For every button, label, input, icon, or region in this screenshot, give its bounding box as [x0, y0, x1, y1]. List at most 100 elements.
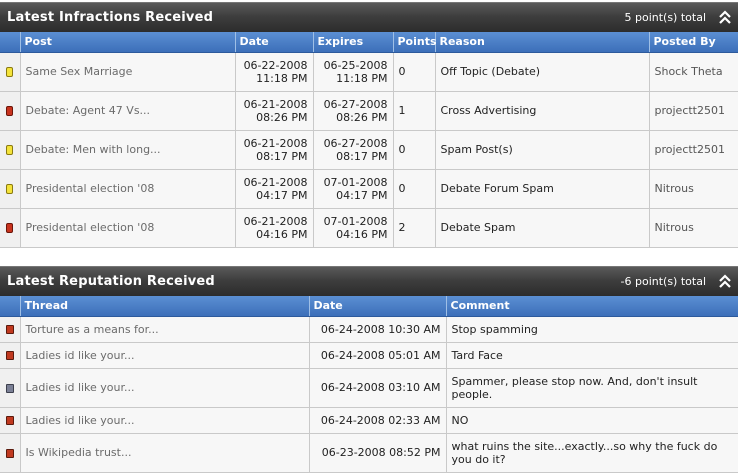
infraction-row: Presidental election '08 06-21-2008 04:17 … — [0, 169, 738, 209]
date-value: 06-21-2008 — [243, 214, 308, 228]
status-cell — [0, 342, 21, 369]
date-cell: 06-21-2008 08:17 PM — [235, 130, 314, 170]
column-header-posted-by[interactable]: Posted By — [649, 32, 738, 53]
status-cell — [0, 316, 21, 343]
status-cell — [0, 407, 21, 434]
time-value: 11:18 PM — [256, 71, 308, 85]
thread-link[interactable]: Is Wikipedia trust... — [20, 433, 310, 473]
date-cell: 06-23-2008 08:52 PM — [309, 433, 447, 473]
date-value: 06-21-2008 — [243, 97, 308, 111]
reputation-title: Latest Reputation Received — [7, 274, 215, 289]
reputation-panel: Latest Reputation Received -6 point(s) t… — [0, 266, 738, 473]
panel-spacer — [0, 250, 738, 266]
reputation-status-icon — [5, 416, 14, 425]
status-cell — [0, 91, 21, 131]
icon-column-header — [0, 32, 21, 53]
icon-column-header — [0, 296, 21, 317]
post-link[interactable]: Presidental election '08 — [20, 208, 236, 248]
infraction-row: Debate: Agent 47 Vs... 06-21-2008 08:26 PM… — [0, 91, 738, 131]
comment-cell: Stop spamming — [446, 316, 738, 343]
posted-by-link[interactable]: Shock Theta — [649, 52, 738, 92]
expires-cell: 07-01-2008 04:16 PM — [313, 208, 394, 248]
date-value: 06-22-2008 — [243, 58, 308, 72]
points-cell: 0 — [393, 169, 436, 209]
infractions-total: 5 point(s) total — [624, 11, 706, 24]
expires-cell: 06-27-2008 08:26 PM — [313, 91, 394, 131]
collapse-up-icon[interactable] — [718, 9, 732, 26]
time-value: 04:16 PM — [256, 227, 308, 241]
infraction-status-icon — [6, 145, 14, 155]
posted-by-link[interactable]: projectt2501 — [649, 91, 738, 131]
posted-by-link[interactable]: projectt2501 — [649, 130, 738, 170]
points-cell: 2 — [393, 208, 436, 248]
post-link[interactable]: Same Sex Marriage — [20, 52, 236, 92]
date-cell: 06-21-2008 04:17 PM — [235, 169, 314, 209]
comment-cell: what ruins the site...exactly...so why t… — [446, 433, 738, 473]
infractions-header: Latest Infractions Received 5 point(s) t… — [0, 2, 738, 32]
posted-by-link[interactable]: Nitrous — [649, 208, 738, 248]
reputation-total: -6 point(s) total — [620, 275, 706, 288]
status-cell — [0, 433, 21, 473]
expires-cell: 07-01-2008 04:17 PM — [313, 169, 394, 209]
expires-date-value: 07-01-2008 — [323, 175, 388, 189]
expires-time-value: 04:16 PM — [336, 227, 388, 241]
thread-link[interactable]: Ladies id like your... — [20, 368, 310, 408]
status-cell — [0, 208, 21, 248]
reputation-status-icon — [5, 325, 14, 334]
infraction-status-icon — [6, 184, 14, 194]
date-cell: 06-24-2008 03:10 AM — [309, 368, 447, 408]
post-link[interactable]: Debate: Men with long... — [20, 130, 236, 170]
thread-link[interactable]: Ladies id like your... — [20, 407, 310, 434]
time-value: 08:17 PM — [256, 149, 308, 163]
date-value: 06-21-2008 — [243, 136, 308, 150]
infraction-row: Debate: Men with long... 06-21-2008 08:17 … — [0, 130, 738, 170]
reputation-status-icon — [5, 383, 14, 393]
reputation-row: Ladies id like your... 06-24-2008 05:01 A… — [0, 342, 738, 369]
reputation-row: Ladies id like your... 06-24-2008 03:10 A… — [0, 368, 738, 408]
thread-link[interactable]: Ladies id like your... — [20, 342, 310, 369]
comment-cell: Tard Face — [446, 342, 738, 369]
reason-cell: Debate Spam — [435, 208, 650, 248]
expires-time-value: 08:26 PM — [336, 110, 388, 124]
column-header-points[interactable]: Points — [393, 32, 437, 53]
column-header-date[interactable]: Date — [235, 32, 314, 53]
reputation-row: Torture as a means for... 06-24-2008 10:3… — [0, 316, 738, 343]
expires-date-value: 06-25-2008 — [323, 58, 388, 72]
comment-cell: NO — [446, 407, 738, 434]
infraction-row: Presidental election '08 06-21-2008 04:16 … — [0, 208, 738, 248]
points-cell: 0 — [393, 130, 436, 170]
reputation-row: Is Wikipedia trust... 06-23-2008 08:52 PM… — [0, 433, 738, 473]
collapse-up-icon[interactable] — [718, 273, 732, 290]
reputation-row: Ladies id like your... 06-24-2008 02:33 A… — [0, 407, 738, 434]
expires-time-value: 11:18 PM — [336, 71, 388, 85]
expires-time-value: 08:17 PM — [336, 149, 388, 163]
reputation-status-icon — [5, 448, 14, 458]
date-cell: 06-22-2008 11:18 PM — [235, 52, 314, 92]
post-link[interactable]: Debate: Agent 47 Vs... — [20, 91, 236, 131]
reason-cell: Cross Advertising — [435, 91, 650, 131]
expires-date-value: 06-27-2008 — [323, 136, 388, 150]
post-link[interactable]: Presidental election '08 — [20, 169, 236, 209]
thread-link[interactable]: Torture as a means for... — [20, 316, 310, 343]
expires-cell: 06-25-2008 11:18 PM — [313, 52, 394, 92]
reason-cell: Spam Post(s) — [435, 130, 650, 170]
column-header-expires[interactable]: Expires — [313, 32, 394, 53]
column-header-comment[interactable]: Comment — [446, 296, 738, 317]
date-cell: 06-24-2008 02:33 AM — [309, 407, 447, 434]
time-value: 04:17 PM — [256, 188, 308, 202]
infractions-table: Post Date Expires Points Reason Posted B… — [0, 32, 738, 248]
posted-by-link[interactable]: Nitrous — [649, 169, 738, 209]
expires-time-value: 04:17 PM — [336, 188, 388, 202]
status-cell — [0, 169, 21, 209]
reason-cell: Off Topic (Debate) — [435, 52, 650, 92]
column-header-post[interactable]: Post — [20, 32, 236, 53]
date-cell: 06-21-2008 04:16 PM — [235, 208, 314, 248]
infraction-status-icon — [6, 106, 14, 116]
time-value: 08:26 PM — [256, 110, 308, 124]
infractions-title: Latest Infractions Received — [7, 10, 214, 25]
column-header-reason[interactable]: Reason — [435, 32, 650, 53]
infraction-status-icon — [6, 67, 14, 77]
column-header-date[interactable]: Date — [309, 296, 447, 317]
date-cell: 06-21-2008 08:26 PM — [235, 91, 314, 131]
column-header-thread[interactable]: Thread — [20, 296, 310, 317]
